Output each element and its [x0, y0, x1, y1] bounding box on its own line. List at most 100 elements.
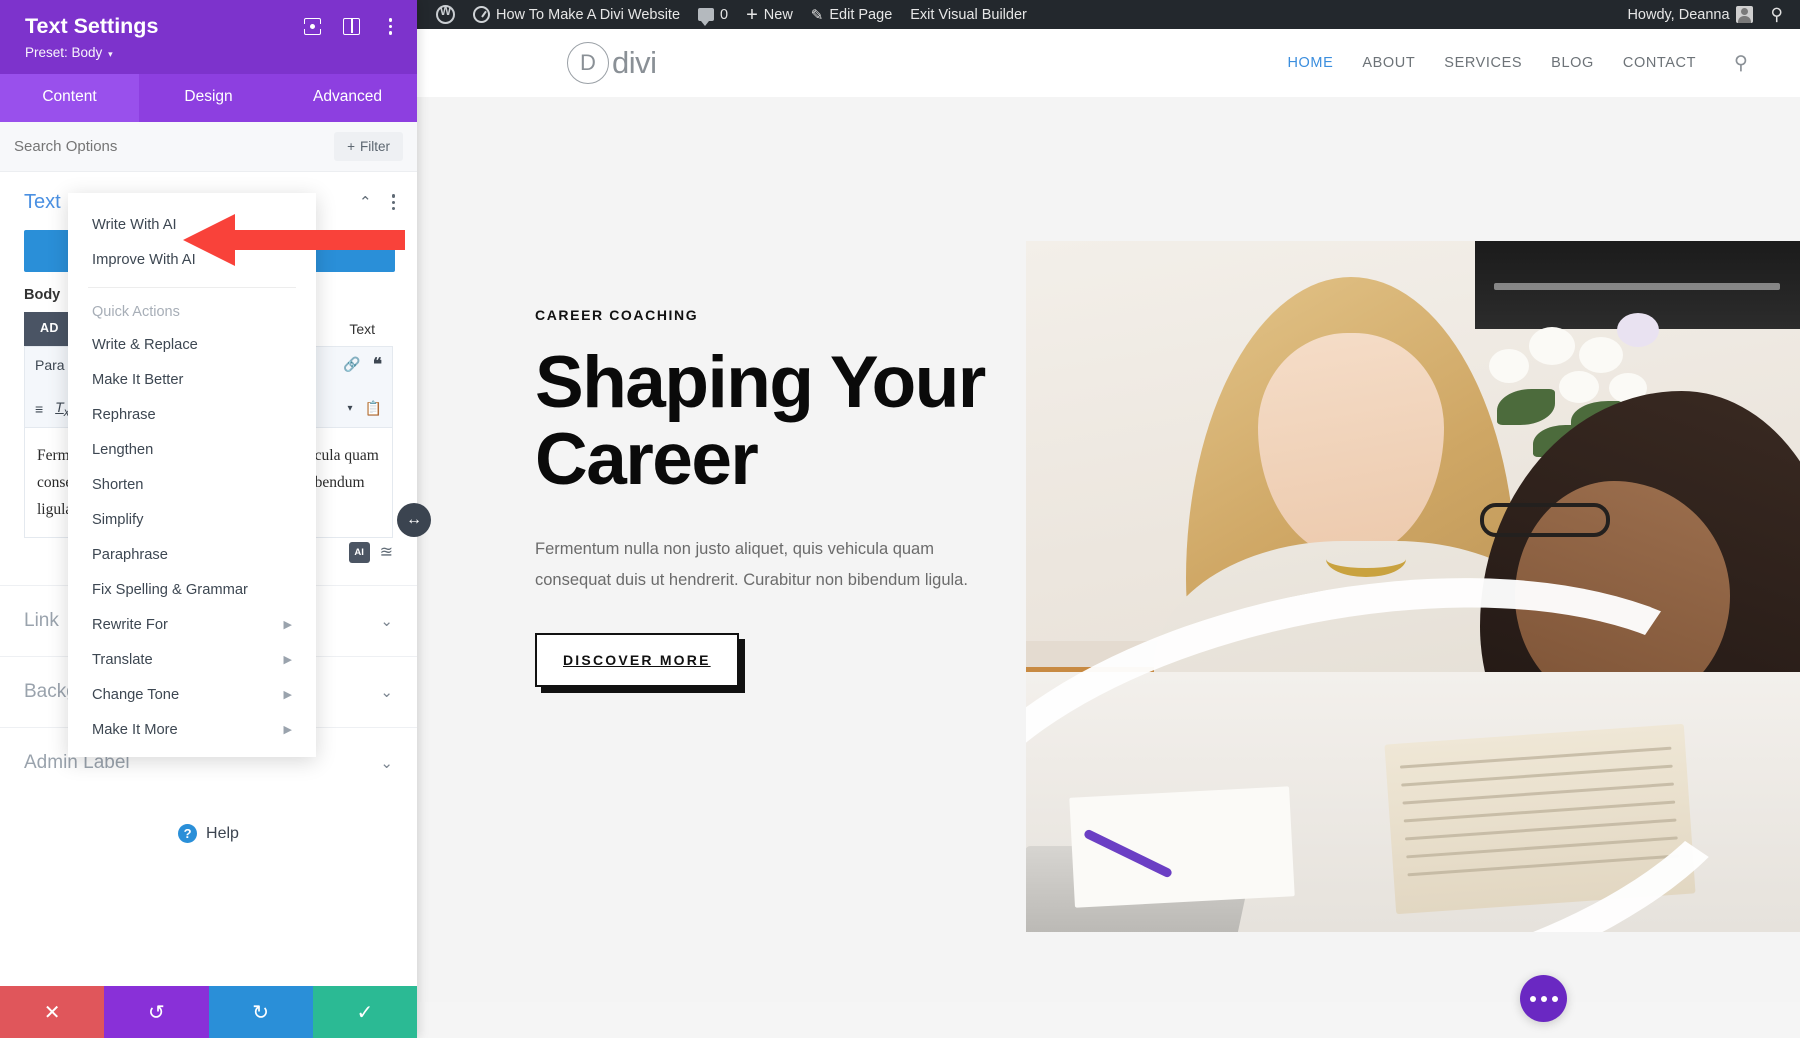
menu-item-label: Rewrite For [92, 616, 168, 633]
cancel-button[interactable]: ✕ [0, 986, 105, 1038]
menu-item-make-it-better[interactable]: Make It Better [68, 362, 316, 397]
hero-eyebrow: CAREER COACHING [535, 307, 699, 323]
tab-advanced[interactable]: Advanced [278, 74, 417, 122]
annotation-arrow-icon [183, 214, 405, 266]
new-label: New [763, 6, 793, 23]
menu-item-label: Write & Replace [92, 336, 198, 353]
menu-item-translate[interactable]: Translate ▶ [68, 642, 316, 677]
menu-item-label: Make It More [92, 721, 178, 738]
ellipsis-dot-2 [1540, 995, 1547, 1002]
filter-button[interactable]: + Filter [334, 131, 403, 161]
chevron-down-icon[interactable]: ⌄ [380, 612, 393, 630]
layers-add-icon[interactable]: ≊ [380, 542, 393, 563]
site-name-label: How To Make A Divi Website [496, 6, 681, 23]
nav-item-services[interactable]: SERVICES [1444, 55, 1522, 71]
account-menu[interactable]: Howdy, Deanna [1618, 0, 1761, 29]
nav-item-home[interactable]: HOME [1287, 55, 1333, 71]
menu-item-make-it-more[interactable]: Make It More ▶ [68, 712, 316, 747]
chevron-up-icon[interactable]: ⌃ [359, 193, 372, 211]
menu-item-rephrase[interactable]: Rephrase [68, 397, 316, 432]
menu-item-fix-spelling-grammar[interactable]: Fix Spelling & Grammar [68, 572, 316, 607]
text-section-actions: ⌃ [359, 193, 395, 211]
hero-heading-line-2: Career [535, 418, 759, 500]
menu-group-quick-actions: Quick Actions [92, 304, 180, 320]
menu-item-label: Lengthen [92, 441, 154, 458]
horizontal-resize-icon[interactable]: ↔ [397, 503, 431, 537]
redo-button[interactable]: ↻ [208, 986, 313, 1038]
search-options-input[interactable] [14, 137, 325, 155]
primary-nav: HOME ABOUT SERVICES BLOG CONTACT ⚲ [1287, 52, 1748, 75]
link-icon[interactable]: 🔗 [343, 356, 360, 373]
menu-item-rewrite-for[interactable]: Rewrite For ▶ [68, 607, 316, 642]
hero-image [1026, 241, 1800, 932]
howdy-label: Howdy, Deanna [1627, 6, 1730, 23]
blockquote-icon[interactable]: ❝ [373, 355, 382, 375]
nav-item-blog[interactable]: BLOG [1551, 55, 1594, 71]
focus-target-icon[interactable] [303, 18, 324, 35]
chevron-right-icon: ▶ [283, 724, 292, 736]
menu-item-simplify[interactable]: Simplify [68, 502, 316, 537]
page-settings-fab[interactable] [1520, 975, 1567, 1022]
paragraph-format-select[interactable]: Para [35, 357, 65, 373]
plus-icon: + [347, 138, 355, 154]
search-icon: ⚲ [1770, 4, 1783, 24]
align-left-icon[interactable]: ≡ [35, 401, 43, 417]
search-icon[interactable]: ⚲ [1734, 52, 1748, 75]
tab-design[interactable]: Design [139, 74, 278, 122]
chevron-right-icon: ▶ [283, 619, 292, 631]
chevron-right-icon: ▶ [283, 689, 292, 701]
panel-preset-selector[interactable]: Preset: Body ▾ [25, 45, 158, 60]
pencil-icon: ✎ [810, 6, 824, 24]
chevron-down-icon[interactable]: ▾ [348, 403, 353, 414]
edit-page-label: Edit Page [829, 6, 893, 23]
wp-admin-bar: How To Make A Divi Website 0 + New ✎ Edi… [417, 0, 1800, 29]
menu-item-lengthen[interactable]: Lengthen [68, 432, 316, 467]
photo-book [1384, 723, 1696, 915]
menu-item-label: Paraphrase [92, 546, 168, 563]
more-vertical-icon[interactable] [382, 18, 399, 35]
menu-item-shorten[interactable]: Shorten [68, 467, 316, 502]
chevron-down-icon[interactable]: ⌄ [380, 683, 393, 701]
site-name-button[interactable]: How To Make A Divi Website [464, 0, 689, 29]
exit-visual-builder-label: Exit Visual Builder [910, 6, 1027, 23]
photo-necklace [1326, 541, 1406, 577]
site-logo[interactable]: D divi [567, 42, 657, 84]
section-link-label: Link [24, 610, 59, 632]
discover-more-button[interactable]: DISCOVER MORE [535, 633, 739, 688]
layout-panel-icon[interactable] [343, 18, 360, 35]
comment-bubble-icon [698, 8, 715, 26]
nav-item-contact[interactable]: CONTACT [1623, 55, 1696, 71]
comments-button[interactable]: 0 [689, 0, 737, 29]
menu-item-paraphrase[interactable]: Paraphrase [68, 537, 316, 572]
admin-search-button[interactable]: ⚲ [1762, 0, 1792, 29]
chevron-down-icon: ▾ [108, 48, 113, 59]
menu-item-write-and-replace[interactable]: Write & Replace [68, 327, 316, 362]
site-header: D divi HOME ABOUT SERVICES BLOG CONTACT … [417, 29, 1800, 97]
hero-text-block: CAREER COACHING Shaping Your Career Ferm… [535, 307, 1055, 688]
editor-tab-text[interactable]: Text [331, 312, 393, 346]
undo-button[interactable]: ↺ [104, 986, 209, 1038]
exit-visual-builder-button[interactable]: Exit Visual Builder [901, 0, 1036, 29]
panel-footer: ✕ ↺ ↻ ✓ [0, 986, 417, 1038]
menu-item-label: Simplify [92, 511, 144, 528]
more-vertical-icon[interactable] [391, 194, 395, 211]
save-button[interactable]: ✓ [312, 986, 417, 1038]
tab-content[interactable]: Content [0, 73, 139, 122]
nav-item-about[interactable]: ABOUT [1362, 55, 1415, 71]
chevron-down-icon[interactable]: ⌄ [380, 754, 393, 772]
help-button[interactable]: ? Help [0, 798, 417, 869]
paste-as-text-icon[interactable]: 📋 [365, 400, 382, 417]
logo-letter: D [567, 42, 609, 84]
app-root: How To Make A Divi Website 0 + New ✎ Edi… [0, 0, 1800, 1038]
edit-page-button[interactable]: ✎ Edit Page [802, 0, 901, 29]
text-section-title: Text [24, 190, 61, 213]
site-preview: How To Make A Divi Website 0 + New ✎ Edi… [417, 0, 1800, 1038]
wp-logo-button[interactable] [427, 0, 464, 29]
new-button[interactable]: + New [737, 0, 802, 29]
menu-item-label: Rephrase [92, 406, 156, 423]
comments-count: 0 [720, 6, 729, 23]
hero-section: CAREER COACHING Shaping Your Career Ferm… [417, 97, 1800, 1002]
menu-item-change-tone[interactable]: Change Tone ▶ [68, 677, 316, 712]
ai-icon[interactable]: AI [348, 542, 370, 564]
menu-item-label: Change Tone [92, 686, 180, 703]
